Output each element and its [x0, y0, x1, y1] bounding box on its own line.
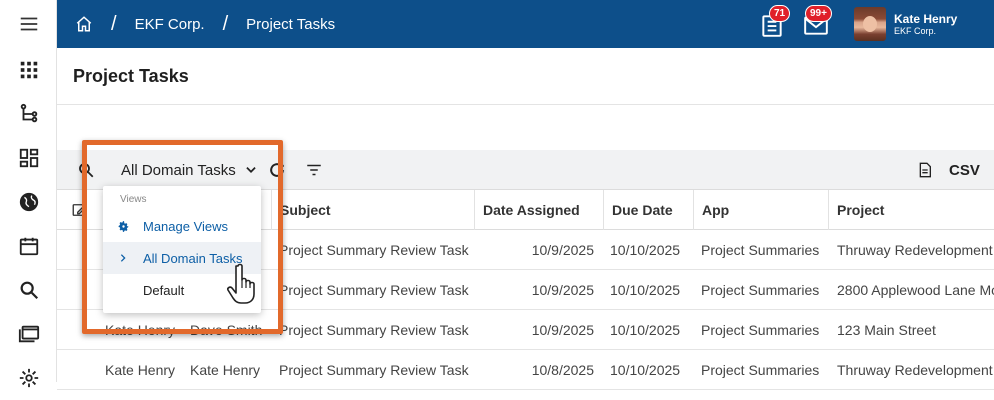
left-nav-rail [0, 0, 57, 388]
hand-cursor-icon [227, 263, 255, 304]
cell-date-assigned: 10/9/2025 [531, 322, 594, 338]
cell-assignee: Kate Henry [105, 362, 176, 378]
cell-due-date: 10/10/2025 [610, 362, 681, 378]
divider [57, 104, 994, 105]
apps-grid-icon[interactable] [0, 48, 57, 92]
cell-project: Thruway Redevelopment [837, 362, 993, 378]
breadcrumb: / EKF Corp. / Project Tasks [75, 0, 335, 48]
cell-due-date: 10/10/2025 [610, 282, 681, 298]
cell-subject: Project Summary Review Task [279, 242, 469, 258]
cell-assigner: Dave Smith [190, 322, 263, 338]
tasks-notification-button[interactable]: 71 [757, 5, 791, 38]
cell-app: Project Summaries [701, 362, 820, 378]
cell-date-assigned: 10/8/2025 [531, 362, 594, 378]
page-title: Project Tasks [73, 66, 189, 86]
csv-export-button[interactable]: CSV [917, 150, 980, 190]
column-header-due-date[interactable]: Due Date [603, 190, 693, 230]
cell-assignee: Kate Henry [105, 322, 176, 338]
chevron-right-icon [103, 253, 143, 263]
cell-app: Project Summaries [701, 282, 820, 298]
top-bar: / EKF Corp. / Project Tasks 71 99+ Kate … [57, 0, 994, 48]
menu-item-manage-views[interactable]: Manage Views [103, 210, 261, 242]
chevron-down-icon [246, 167, 256, 173]
cell-project: 2800 Applewood Lane Mo [837, 282, 994, 298]
dropdown-header: Views [120, 194, 147, 205]
column-header-subject[interactable]: Subject [271, 190, 474, 230]
cell-app: Project Summaries [701, 322, 820, 338]
user-org: EKF Corp. [894, 25, 937, 36]
view-selector[interactable]: All Domain Tasks [121, 150, 258, 190]
breadcrumb-separator: / [111, 12, 117, 35]
cell-subject: Project Summary Review Task [279, 282, 469, 298]
messages-notification-button[interactable]: 99+ [801, 5, 832, 38]
edit-column-icon[interactable] [57, 190, 103, 230]
cell-subject: Project Summary Review Task [279, 362, 469, 378]
user-name: Kate Henry [894, 11, 958, 26]
tasks-count-badge: 71 [769, 5, 791, 22]
view-selector-label: All Domain Tasks [121, 161, 236, 179]
messages-count-badge: 99+ [805, 5, 832, 22]
toolbar-search-icon[interactable] [77, 150, 95, 190]
avatar [854, 7, 886, 41]
column-header-project[interactable]: Project [828, 190, 994, 230]
settings-icon[interactable] [0, 356, 57, 400]
column-header-app[interactable]: App [693, 190, 828, 230]
table-row[interactable]: Kate Henry Dave Smith Project Summary Re… [57, 310, 994, 350]
dashboard-icon[interactable] [0, 136, 57, 180]
cell-subject: Project Summary Review Task [279, 322, 469, 338]
menu-item-label: Manage Views [143, 218, 229, 234]
globe-icon[interactable] [0, 180, 57, 224]
home-icon[interactable] [75, 15, 93, 33]
column-header-date-assigned[interactable]: Date Assigned [474, 190, 603, 230]
cell-assigner: Kate Henry [190, 362, 261, 378]
refresh-icon[interactable] [267, 150, 287, 190]
cell-due-date: 10/10/2025 [610, 322, 681, 338]
hamburger-menu-icon[interactable] [0, 2, 57, 46]
workflow-tree-icon[interactable] [0, 92, 57, 136]
document-icon [919, 162, 931, 178]
breadcrumb-org[interactable]: EKF Corp. [135, 16, 205, 33]
breadcrumb-page[interactable]: Project Tasks [246, 16, 335, 33]
filter-icon[interactable] [305, 150, 323, 190]
search-icon[interactable] [0, 268, 57, 312]
cell-project: 123 Main Street [837, 322, 936, 338]
cell-app: Project Summaries [701, 242, 820, 258]
breadcrumb-separator: / [222, 12, 229, 35]
grid-toolbar: All Domain Tasks CSV [57, 150, 994, 190]
cell-project: Thruway Redevelopment [837, 242, 993, 258]
csv-label: CSV [949, 161, 980, 179]
folders-icon[interactable] [0, 312, 57, 356]
user-menu[interactable]: Kate Henry EKF Corp. [854, 6, 957, 42]
calendar-icon[interactable] [0, 224, 57, 268]
cell-due-date: 10/10/2025 [610, 242, 681, 258]
table-row[interactable]: Kate Henry Kate Henry Project Summary Re… [57, 350, 994, 390]
menu-item-label: Default [143, 282, 185, 298]
cell-date-assigned: 10/9/2025 [531, 242, 594, 258]
gear-icon [103, 220, 143, 233]
cell-date-assigned: 10/9/2025 [531, 282, 594, 298]
